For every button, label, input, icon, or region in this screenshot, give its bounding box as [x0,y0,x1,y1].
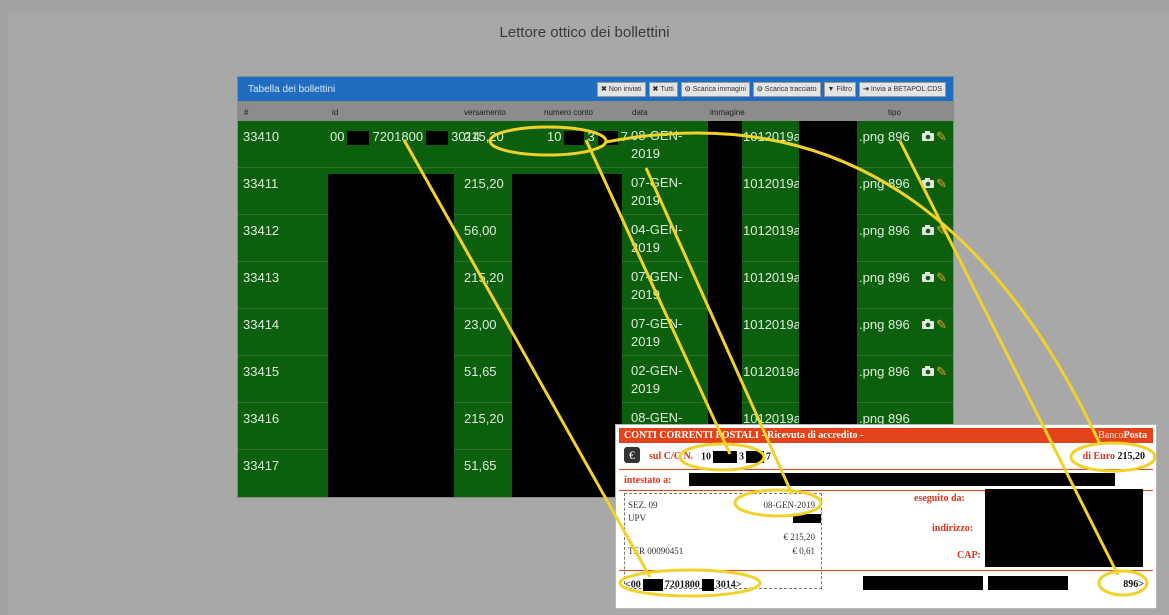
highlight-ellipse [488,125,608,157]
connector-line [898,140,1120,576]
connector-line [605,131,1102,445]
connector-line [402,139,652,578]
annotation-overlay [402,125,1157,598]
connector-line [584,139,732,455]
highlight-ellipse [618,568,762,598]
highlight-ellipse [678,442,766,472]
highlight-ellipse [733,488,823,518]
highlight-ellipse [1069,441,1157,473]
highlight-ellipse [1097,569,1149,597]
